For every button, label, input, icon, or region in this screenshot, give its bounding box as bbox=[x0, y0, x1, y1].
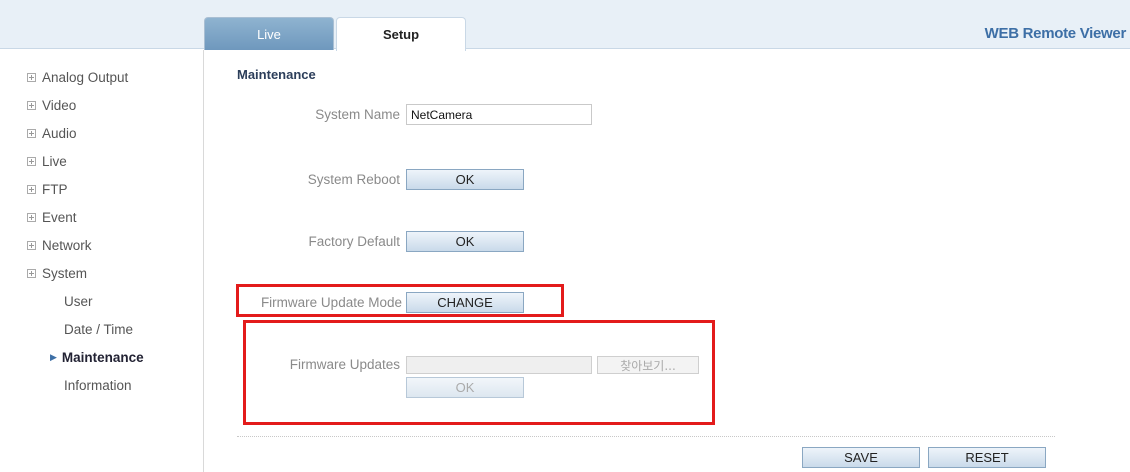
firmware-mode-label: Firmware Update Mode bbox=[260, 295, 402, 310]
expand-icon bbox=[27, 72, 36, 82]
page-title: Maintenance bbox=[237, 67, 316, 82]
sidebar-subitem-label: Maintenance bbox=[61, 349, 144, 365]
main-panel: Maintenance System Name System Reboot OK… bbox=[205, 50, 1130, 472]
sidebar: Analog Output Video Audio Live FTP Event… bbox=[0, 50, 204, 472]
sidebar-subitem-information[interactable]: Information bbox=[64, 371, 144, 399]
sidebar-item-ftp[interactable]: FTP bbox=[27, 175, 144, 203]
firmware-mode-change-button[interactable]: CHANGE bbox=[406, 292, 524, 313]
sidebar-item-audio[interactable]: Audio bbox=[27, 119, 144, 147]
sidebar-item-event[interactable]: Event bbox=[27, 203, 144, 231]
caret-right-icon: ▶ bbox=[50, 351, 57, 362]
expand-icon bbox=[27, 240, 36, 250]
save-button[interactable]: SAVE bbox=[802, 447, 920, 468]
footer-divider bbox=[237, 436, 1055, 437]
sidebar-subitem-user[interactable]: User bbox=[64, 287, 144, 315]
top-bar: Live Setup WEB Remote Viewer bbox=[0, 0, 1130, 51]
sidebar-item-system[interactable]: System bbox=[27, 259, 144, 287]
expand-icon bbox=[27, 128, 36, 138]
system-reboot-label: System Reboot bbox=[307, 172, 400, 187]
factory-default-button[interactable]: OK bbox=[406, 231, 524, 252]
brand-title: WEB Remote Viewer bbox=[984, 25, 1127, 42]
sidebar-subitem-date-time[interactable]: Date / Time bbox=[64, 315, 144, 343]
sidebar-subitem-label: Information bbox=[64, 377, 132, 393]
expand-icon bbox=[27, 184, 36, 194]
sidebar-menu: Analog Output Video Audio Live FTP Event… bbox=[27, 63, 144, 399]
sidebar-item-label: Network bbox=[42, 237, 92, 253]
sidebar-item-analog-output[interactable]: Analog Output bbox=[27, 63, 144, 91]
system-name-input[interactable] bbox=[406, 104, 592, 125]
system-reboot-button[interactable]: OK bbox=[406, 169, 524, 190]
reset-button[interactable]: RESET bbox=[928, 447, 1046, 468]
sidebar-item-label: Event bbox=[42, 209, 77, 225]
factory-default-label: Factory Default bbox=[308, 234, 400, 249]
sidebar-item-video[interactable]: Video bbox=[27, 91, 144, 119]
expand-icon bbox=[27, 268, 36, 278]
sidebar-item-label: System bbox=[42, 265, 88, 281]
expand-icon bbox=[27, 212, 36, 222]
sidebar-subitem-label: User bbox=[64, 293, 93, 309]
sidebar-subitem-label: Date / Time bbox=[64, 321, 134, 337]
firmware-file-input[interactable] bbox=[406, 356, 592, 374]
expand-icon bbox=[27, 156, 36, 166]
firmware-updates-label: Firmware Updates bbox=[289, 357, 400, 372]
tab-setup[interactable]: Setup bbox=[336, 17, 466, 51]
firmware-ok-button[interactable]: OK bbox=[406, 377, 524, 398]
sidebar-item-live[interactable]: Live bbox=[27, 147, 144, 175]
browse-button[interactable]: 찾아보기... bbox=[597, 356, 699, 374]
sidebar-subitem-maintenance[interactable]: ▶ Maintenance bbox=[50, 343, 144, 371]
sidebar-item-label: Audio bbox=[42, 125, 77, 141]
sidebar-item-network[interactable]: Network bbox=[27, 231, 144, 259]
tab-setup-label: Setup bbox=[382, 27, 420, 42]
sidebar-item-label: Live bbox=[42, 153, 67, 169]
sidebar-item-label: Video bbox=[42, 97, 77, 113]
system-name-label: System Name bbox=[315, 107, 400, 122]
tab-live-label: Live bbox=[257, 26, 281, 42]
expand-icon bbox=[27, 100, 36, 110]
tab-live[interactable]: Live bbox=[204, 17, 334, 50]
sidebar-item-label: Analog Output bbox=[42, 69, 129, 85]
sidebar-item-label: FTP bbox=[42, 181, 68, 197]
system-submenu: User Date / Time ▶ Maintenance Informatio… bbox=[50, 287, 144, 399]
